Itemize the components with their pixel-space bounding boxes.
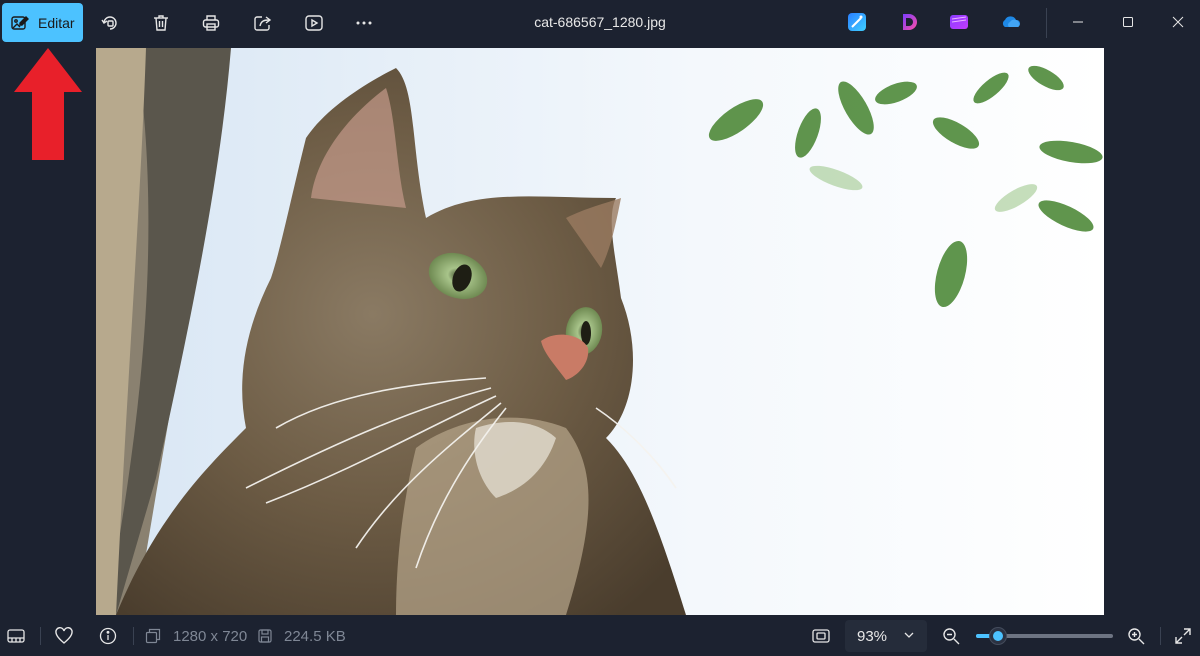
- window-title: cat-686567_1280.jpg: [534, 14, 666, 30]
- zoom-in-button[interactable]: [1125, 625, 1147, 647]
- edit-image-icon: [11, 15, 29, 30]
- share-button[interactable]: [248, 8, 278, 38]
- more-icon: [356, 21, 372, 25]
- designer-icon[interactable]: [846, 11, 868, 33]
- close-button[interactable]: [1160, 6, 1196, 38]
- minimize-button[interactable]: [1060, 6, 1096, 38]
- zoom-level-value: 93%: [857, 627, 888, 645]
- onedrive-icon[interactable]: [1000, 11, 1022, 33]
- clipchamp-like-icon[interactable]: [898, 11, 920, 33]
- statusbar-separator: [40, 627, 41, 645]
- zoom-out-icon: [943, 628, 960, 645]
- dimensions-icon: [145, 628, 161, 644]
- minimize-icon: [1073, 21, 1083, 23]
- actual-size-icon: [812, 629, 830, 643]
- edit-button-label: Editar: [38, 14, 75, 31]
- rotate-button[interactable]: [95, 8, 125, 38]
- more-button[interactable]: [349, 8, 379, 38]
- status-bar: 1280 x 720 224.5 KB 93%: [0, 615, 1200, 656]
- maximize-button[interactable]: [1110, 6, 1146, 38]
- info-icon: [99, 627, 117, 645]
- statusbar-separator: [1160, 627, 1161, 645]
- file-size: 224.5 KB: [284, 628, 346, 645]
- delete-button[interactable]: [146, 8, 176, 38]
- image-viewer-stage: [0, 46, 1200, 615]
- slideshow-button[interactable]: [299, 8, 329, 38]
- filmstrip-icon: [7, 629, 25, 643]
- print-icon: [202, 15, 220, 31]
- zoom-level-dropdown[interactable]: 93%: [845, 620, 927, 652]
- titlebar-divider: [1046, 8, 1047, 38]
- file-info-button[interactable]: [97, 625, 119, 647]
- filmstrip-toggle[interactable]: [5, 625, 27, 647]
- fullscreen-button[interactable]: [1172, 625, 1194, 647]
- slideshow-icon: [305, 15, 323, 31]
- maximize-icon: [1123, 17, 1133, 27]
- file-size-icon: [258, 629, 272, 643]
- zoom-in-icon: [1128, 628, 1145, 645]
- zoom-slider[interactable]: [976, 627, 1113, 645]
- share-icon: [254, 16, 272, 31]
- print-button[interactable]: [196, 8, 226, 38]
- favorite-button[interactable]: [53, 625, 75, 647]
- edit-button[interactable]: Editar: [2, 3, 83, 42]
- cat-photo[interactable]: [96, 48, 1104, 615]
- actual-size-button[interactable]: [810, 625, 832, 647]
- image-dimensions: 1280 x 720: [173, 628, 248, 645]
- delete-icon: [154, 15, 168, 31]
- zoom-slider-thumb[interactable]: [988, 627, 1007, 645]
- zoom-out-button[interactable]: [940, 625, 962, 647]
- red-arrow-annotation: [14, 48, 82, 160]
- title-bar: Editar cat-686567_1280.jpg: [0, 0, 1200, 46]
- rotate-icon: [101, 16, 117, 30]
- clipchamp-icon[interactable]: [948, 11, 970, 33]
- fullscreen-icon: [1175, 628, 1191, 644]
- statusbar-separator: [133, 627, 134, 645]
- chevron-down-icon: [904, 632, 914, 638]
- cat-photo-illustration: [96, 48, 1104, 615]
- close-icon: [1172, 16, 1184, 28]
- heart-icon: [55, 627, 73, 644]
